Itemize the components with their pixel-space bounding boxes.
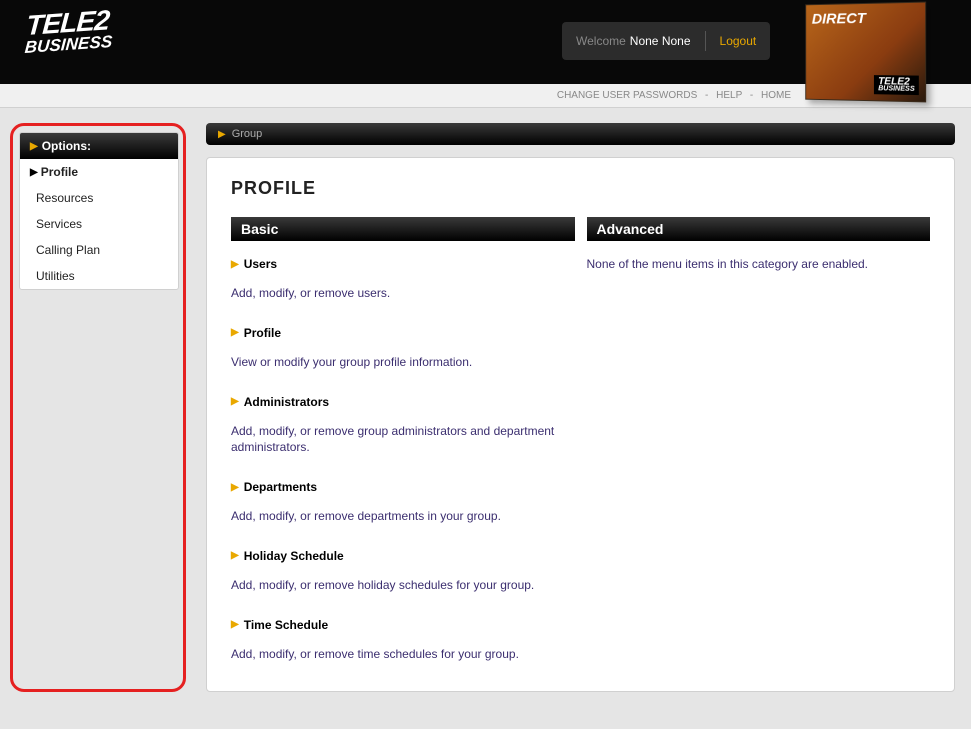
arrow-icon: ▶ (231, 619, 239, 630)
separator (705, 31, 706, 51)
logo-line2: BUSINESS (24, 34, 113, 56)
promo-mini-logo: TELE2 BUSINESS (874, 75, 919, 95)
section-link-users[interactable]: ▶ Users (231, 257, 575, 271)
user-display-name: None None (630, 34, 691, 48)
arrow-icon: ▶ (231, 259, 239, 270)
arrow-icon: ▶ (218, 129, 226, 140)
section-users: ▶ Users Add, modify, or remove users. (231, 257, 575, 302)
page-title: PROFILE (231, 178, 930, 199)
welcome-label: Welcome (576, 34, 626, 48)
sidebar-item-label: Calling Plan (36, 243, 100, 257)
promo-title: DIRECT (812, 10, 866, 28)
column-heading-basic: Basic (231, 217, 575, 241)
arrow-icon: ▶ (231, 327, 239, 338)
sidebar-header-label: Options: (42, 139, 91, 153)
sidebar-item-label: Services (36, 217, 82, 231)
section-profile: ▶ Profile View or modify your group prof… (231, 326, 575, 371)
arrow-icon: ▶ (30, 141, 38, 152)
section-link-administrators[interactable]: ▶ Administrators (231, 395, 575, 409)
arrow-icon: ▶ (231, 396, 239, 407)
section-desc: View or modify your group profile inform… (231, 354, 575, 371)
sidebar-item-utilities[interactable]: Utilities (20, 263, 178, 289)
content-panel: PROFILE Basic ▶ Users Add, modify, or re… (206, 157, 955, 692)
logout-link[interactable]: Logout (720, 34, 757, 48)
subnav-help[interactable]: HELP (716, 90, 742, 101)
section-desc: Add, modify, or remove time schedules fo… (231, 646, 575, 663)
sidebar-item-services[interactable]: Services (20, 211, 178, 237)
promo-box[interactable]: DIRECT TELE2 BUSINESS (805, 2, 926, 103)
highlight-rectangle: ▶ Options: ▶ Profile Resources Services … (10, 123, 186, 692)
section-link-time-schedule[interactable]: ▶ Time Schedule (231, 618, 575, 632)
section-link-departments[interactable]: ▶ Departments (231, 480, 575, 494)
sidebar-item-profile[interactable]: ▶ Profile (20, 159, 178, 185)
section-desc: Add, modify, or remove group administrat… (231, 423, 575, 457)
page-body: ▶ Options: ▶ Profile Resources Services … (0, 108, 971, 692)
section-desc: Add, modify, or remove holiday schedules… (231, 577, 575, 594)
advanced-empty-message: None of the menu items in this category … (587, 257, 931, 271)
logo: TELE2 BUSINESS (24, 7, 115, 56)
columns: Basic ▶ Users Add, modify, or remove use… (231, 217, 930, 663)
sidebar-item-label: Resources (36, 191, 93, 205)
welcome-box: Welcome None None Logout (562, 22, 770, 60)
top-header: TELE2 BUSINESS Welcome None None Logout … (0, 0, 971, 84)
arrow-icon: ▶ (231, 550, 239, 561)
sidebar-header: ▶ Options: (20, 133, 178, 159)
sidebar-item-resources[interactable]: Resources (20, 185, 178, 211)
breadcrumb-label: Group (232, 128, 263, 140)
sidebar-item-label: Profile (41, 165, 78, 179)
sidebar-item-label: Utilities (36, 269, 75, 283)
section-holiday-schedule: ▶ Holiday Schedule Add, modify, or remov… (231, 549, 575, 594)
sidebar: ▶ Options: ▶ Profile Resources Services … (19, 132, 179, 290)
section-desc: Add, modify, or remove users. (231, 285, 575, 302)
subnav-home[interactable]: HOME (761, 90, 791, 101)
arrow-icon: ▶ (231, 482, 239, 493)
main: ▶ Group PROFILE Basic ▶ Users Add, modif… (206, 123, 955, 692)
section-desc: Add, modify, or remove departments in yo… (231, 508, 575, 525)
sidebar-item-calling-plan[interactable]: Calling Plan (20, 237, 178, 263)
subnav-change-passwords[interactable]: CHANGE USER PASSWORDS (557, 90, 697, 101)
section-administrators: ▶ Administrators Add, modify, or remove … (231, 395, 575, 457)
section-departments: ▶ Departments Add, modify, or remove dep… (231, 480, 575, 525)
column-advanced: Advanced None of the menu items in this … (587, 217, 931, 663)
section-link-holiday-schedule[interactable]: ▶ Holiday Schedule (231, 549, 575, 563)
breadcrumb: ▶ Group (206, 123, 955, 145)
section-time-schedule: ▶ Time Schedule Add, modify, or remove t… (231, 618, 575, 663)
column-heading-advanced: Advanced (587, 217, 931, 241)
arrow-icon: ▶ (30, 167, 38, 178)
column-basic: Basic ▶ Users Add, modify, or remove use… (231, 217, 575, 663)
section-link-profile[interactable]: ▶ Profile (231, 326, 575, 340)
